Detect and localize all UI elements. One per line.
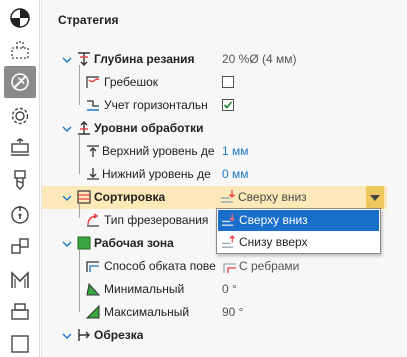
tree-line — [79, 65, 80, 82]
tree-row-bypass[interactable]: Способ обката пове С ребрами — [42, 249, 387, 278]
printer-icon[interactable] — [4, 296, 36, 328]
chevron-down-icon[interactable] — [62, 193, 72, 203]
cubes-icon[interactable] — [4, 230, 36, 262]
dashed-box-icon[interactable] — [4, 34, 36, 66]
tree-row-scallop[interactable]: Гребешок — [42, 65, 387, 94]
sorting-combobox[interactable]: Сверху вниз — [216, 186, 384, 209]
bypass-value[interactable]: С ребрами — [239, 259, 299, 273]
tree-line — [79, 249, 80, 266]
chevron-down-icon[interactable] — [62, 331, 72, 341]
tree-row-horizontal[interactable]: Учет горизонтальн — [42, 82, 387, 117]
row-label: Нижний уровень де — [102, 167, 211, 181]
bottom-level-icon — [85, 166, 101, 182]
row-label: Максимальный — [104, 305, 190, 319]
depth-value[interactable]: 20 %Ø (4 мм) — [222, 52, 297, 66]
tree-row-levels[interactable]: Уровни обработки — [42, 117, 387, 140]
strategy-icon[interactable] — [4, 66, 36, 98]
tree-row-depth[interactable]: Глубина резания 20 %Ø (4 мм) — [42, 48, 387, 71]
bottom-level-value[interactable]: 0 мм — [222, 167, 249, 181]
sorting-dropdown-list: Сверху вниз Снизу вверх — [216, 208, 381, 254]
sort-up-icon — [221, 235, 236, 248]
row-label: Рабочая зона — [94, 236, 174, 250]
dropdown-arrow-icon[interactable] — [366, 186, 384, 209]
option-top-down[interactable]: Сверху вниз — [218, 210, 379, 231]
tree-line — [79, 203, 80, 218]
trim-icon — [76, 327, 92, 343]
row-label: Учет горизонтальн — [104, 98, 208, 112]
compass-icon[interactable] — [4, 198, 36, 230]
option-label: Снизу вверх — [239, 235, 308, 249]
horizontal-checkbox[interactable] — [222, 99, 234, 111]
milling-type-icon — [85, 212, 101, 228]
with-edges-icon — [223, 263, 236, 273]
stack-icon[interactable] — [4, 132, 36, 164]
option-label: Сверху вниз — [239, 213, 308, 227]
chevron-down-icon[interactable] — [62, 124, 72, 134]
row-label: Минимальный — [104, 282, 185, 296]
tree-row-sorting[interactable]: Сортировка Сверху вниз — [42, 186, 387, 209]
row-label: Глубина резания — [94, 52, 195, 66]
machine-icon[interactable] — [4, 264, 36, 296]
row-label: Верхний уровень де — [102, 144, 215, 158]
row-label: Гребешок — [104, 75, 158, 89]
sort-down-icon — [221, 190, 235, 203]
tree-line — [79, 151, 80, 174]
min-angle-icon — [85, 281, 101, 297]
combo-value: Сверху вниз — [238, 190, 307, 204]
tree-row-max[interactable]: Максимальный 90 ° — [42, 289, 387, 324]
scallop-checkbox[interactable] — [222, 76, 234, 88]
top-level-icon — [85, 143, 101, 159]
tree-row-trim[interactable]: Обрезка — [42, 324, 387, 347]
tree-line — [79, 134, 80, 151]
tree-row-top-level[interactable]: Верхний уровень де 1 мм — [42, 134, 387, 163]
min-value[interactable]: 0 ° — [222, 282, 237, 296]
left-toolbar — [0, 0, 40, 357]
strategy-panel: Стратегия Глубина резания 20 %Ø (4 мм) Г… — [41, 0, 407, 357]
scallop-icon — [85, 74, 101, 90]
tree-row-min[interactable]: Минимальный 0 ° — [42, 266, 387, 301]
tree-line — [79, 82, 80, 105]
top-level-value[interactable]: 1 мм — [222, 144, 249, 158]
pie-chart-icon[interactable] — [4, 2, 36, 34]
panel-title: Стратегия — [58, 13, 119, 27]
cutter-icon[interactable] — [4, 164, 36, 196]
gear-icon[interactable] — [4, 100, 36, 132]
horizontal-icon — [85, 97, 101, 113]
tree-line — [79, 266, 80, 289]
option-bottom-up[interactable]: Снизу вверх — [218, 232, 379, 253]
square-icon[interactable] — [4, 328, 36, 357]
max-value[interactable]: 90 ° — [222, 305, 243, 319]
row-label: Тип фрезерования — [104, 213, 209, 227]
tree-line — [79, 289, 80, 312]
row-label: Способ обката пове — [104, 259, 216, 273]
chevron-down-icon[interactable] — [62, 239, 72, 249]
sort-down-icon — [221, 213, 236, 226]
row-label: Сортировка — [94, 190, 166, 204]
bypass-icon — [85, 258, 101, 274]
scrollbar[interactable] — [395, 0, 407, 357]
max-angle-icon — [85, 304, 101, 320]
row-label: Уровни обработки — [94, 121, 204, 135]
chevron-down-icon[interactable] — [62, 55, 72, 65]
tree-row-bottom-level[interactable]: Нижний уровень де 0 мм — [42, 151, 387, 186]
row-label: Обрезка — [94, 328, 144, 342]
